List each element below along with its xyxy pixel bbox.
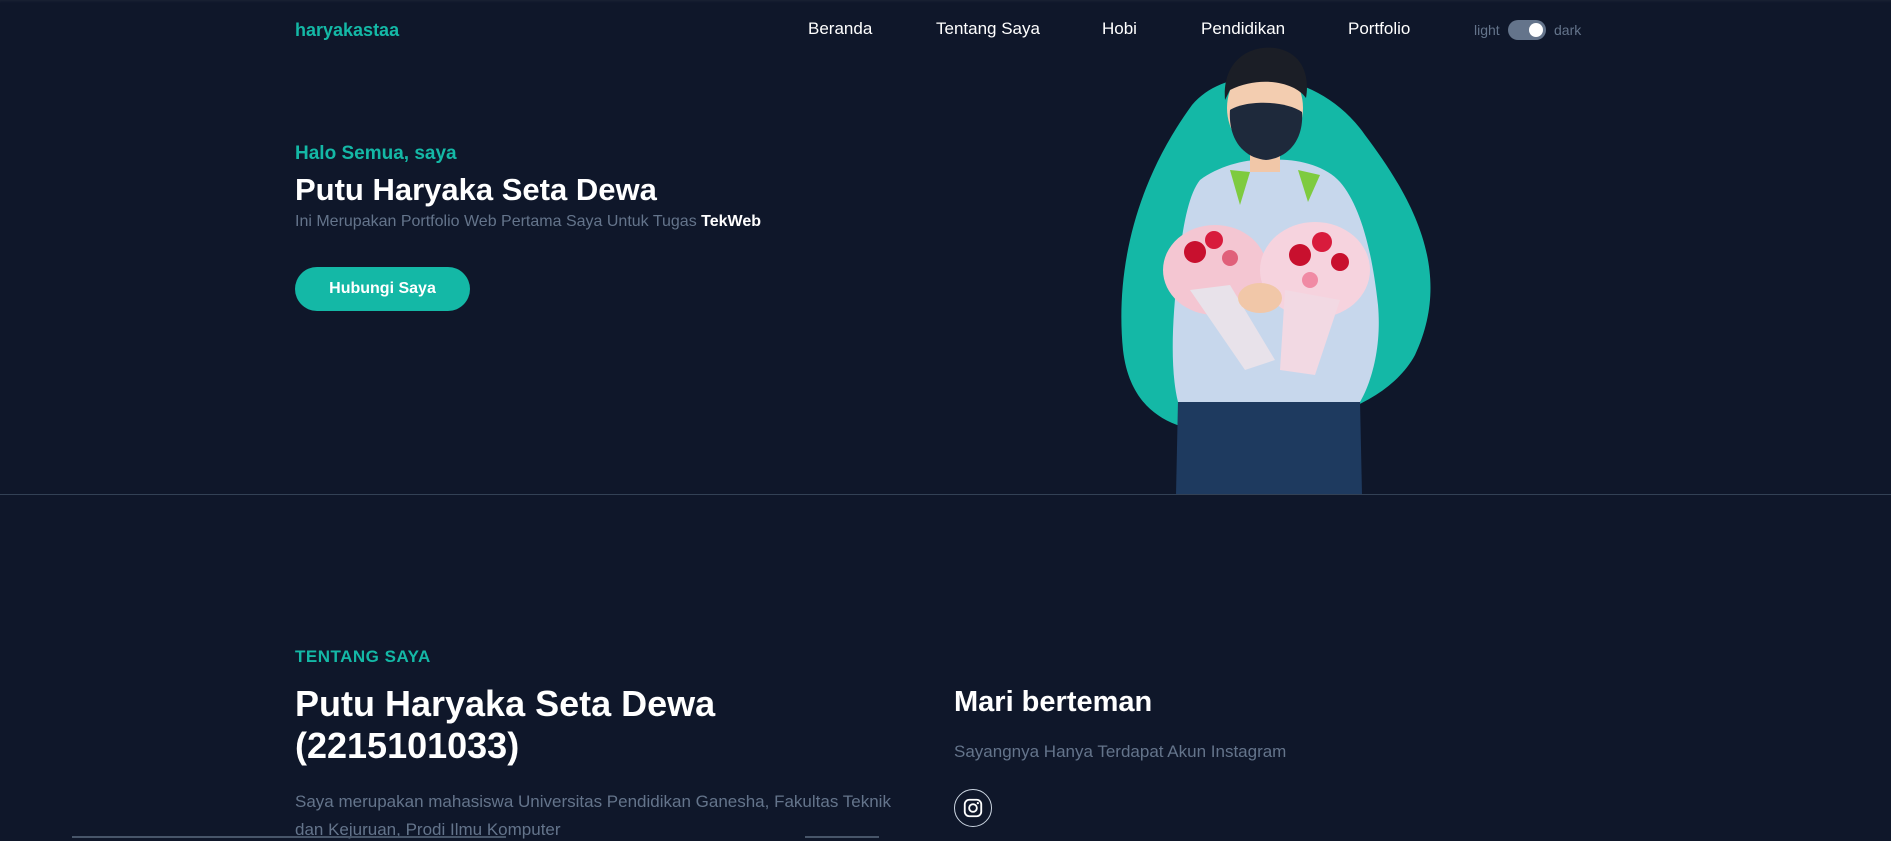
- instagram-link[interactable]: [954, 789, 992, 827]
- friends-title: Mari berteman: [954, 686, 1153, 718]
- hero-divider: [0, 494, 1891, 495]
- profile-photo: [1121, 47, 1431, 495]
- bottom-line: [805, 836, 879, 838]
- photo-hand: [1238, 283, 1282, 313]
- page: haryakastaa Beranda Tentang Saya Hobi Pe…: [0, 0, 1891, 841]
- about-title: Putu Haryaka Seta Dewa (2215101033): [295, 683, 716, 766]
- toggle-knob: [1529, 23, 1543, 37]
- theme-toggle: light dark: [1474, 19, 1594, 41]
- main-nav: Beranda Tentang Saya Hobi Pendidikan Por…: [0, 19, 1891, 41]
- nav-item-beranda[interactable]: Beranda: [808, 19, 872, 39]
- dark-mode-switch[interactable]: [1508, 20, 1546, 40]
- instagram-icon: [963, 798, 983, 818]
- bottom-line: [72, 836, 506, 838]
- about-section-label: TENTANG SAYA: [295, 647, 431, 666]
- site-header: haryakastaa Beranda Tentang Saya Hobi Pe…: [0, 0, 1891, 58]
- nav-item-tentang-saya[interactable]: Tentang Saya: [936, 19, 1040, 39]
- friends-description: Sayangnya Hanya Terdapat Akun Instagram: [954, 742, 1287, 761]
- hero-description-highlight: TekWeb: [701, 213, 762, 230]
- hero-description-text: Ini Merupakan Portfolio Web Pertama Saya…: [295, 213, 697, 230]
- toggle-dark-label: dark: [1554, 22, 1582, 38]
- photo-trousers: [1176, 400, 1362, 495]
- toggle-light-label: light: [1474, 22, 1500, 38]
- hero-description: Ini Merupakan Portfolio Web Pertama Saya…: [295, 213, 761, 231]
- hero-greeting: Halo Semua, saya: [295, 143, 457, 164]
- hero-name: Putu Haryaka Seta Dewa: [295, 172, 657, 207]
- about-text: Saya merupakan mahasiswa Universitas Pen…: [295, 792, 891, 839]
- contact-button[interactable]: Hubungi Saya: [295, 267, 470, 311]
